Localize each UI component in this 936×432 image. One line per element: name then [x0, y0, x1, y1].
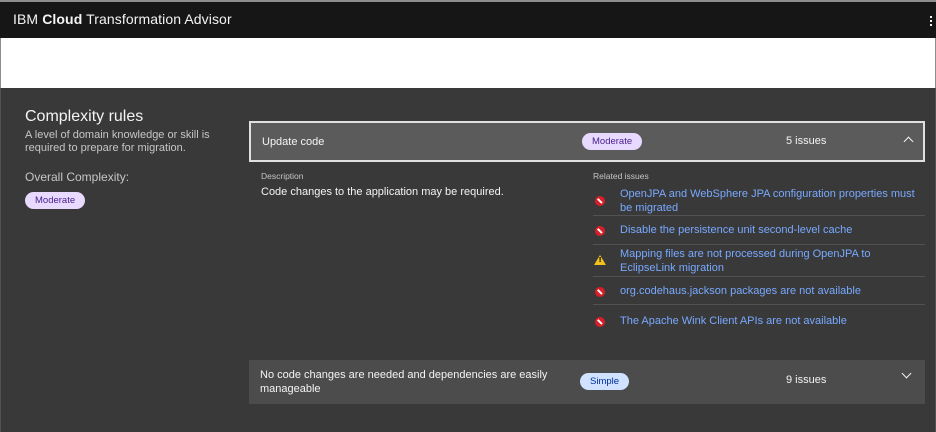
- description-label: Description: [261, 171, 304, 181]
- issue-count: 5 issues: [786, 135, 827, 147]
- related-issues-label: Related issues: [593, 171, 649, 181]
- error-filled-icon: [595, 226, 605, 236]
- overall-complexity-tag: Moderate: [25, 192, 86, 209]
- issue-link[interactable]: The Apache Wink Client APIs are not avai…: [620, 315, 925, 329]
- list-item: OpenJPA and WebSphere JPA configuration …: [593, 184, 925, 216]
- top-header: IBM Cloud Transformation Advisor: [0, 0, 936, 38]
- issue-link[interactable]: Mapping files are not processed during O…: [620, 248, 925, 275]
- description-text: Code changes to the application may be r…: [261, 186, 504, 198]
- warning-triangle-icon: [594, 255, 606, 265]
- complexity-tag: Moderate: [582, 133, 643, 150]
- overall-complexity-label: Overall Complexity:: [25, 170, 130, 184]
- accordion-title: Update code: [262, 136, 325, 148]
- related-issues-list: OpenJPA and WebSphere JPA configuration …: [593, 184, 925, 335]
- chevron-down-icon[interactable]: [901, 368, 912, 379]
- list-item: Disable the persistence unit second-leve…: [593, 216, 925, 245]
- list-item: Mapping files are not processed during O…: [593, 245, 925, 277]
- complexity-tag: Simple: [580, 373, 630, 390]
- error-filled-icon: [595, 317, 605, 327]
- chevron-up-icon[interactable]: [903, 136, 914, 147]
- accordion-title: No code changes are needed and dependenc…: [260, 369, 548, 395]
- error-filled-icon: [595, 287, 605, 297]
- page-title: Complexity rules: [25, 108, 144, 125]
- accordion-update-code-body: Description Code changes to the applicat…: [249, 162, 925, 360]
- blank-banner: [0, 38, 936, 88]
- app-title[interactable]: IBM Cloud Transformation Advisor: [13, 11, 232, 27]
- overflow-menu-vertical-icon[interactable]: [929, 16, 932, 26]
- accordion-simple-header[interactable]: No code changes are needed and dependenc…: [249, 360, 925, 404]
- list-item: org.codehaus.jackson packages are not av…: [593, 277, 925, 305]
- list-item: The Apache Wink Client APIs are not avai…: [593, 305, 925, 335]
- issue-link[interactable]: org.codehaus.jackson packages are not av…: [620, 285, 925, 299]
- issue-count: 9 issues: [786, 374, 827, 386]
- accordion-update-code-header[interactable]: Update code Moderate 5 issues: [249, 121, 925, 162]
- issue-link[interactable]: OpenJPA and WebSphere JPA configuration …: [620, 188, 925, 215]
- issue-link[interactable]: Disable the persistence unit second-leve…: [620, 224, 925, 238]
- rules-description: A level of domain knowledge or skill is …: [25, 129, 210, 154]
- error-filled-icon: [595, 196, 605, 206]
